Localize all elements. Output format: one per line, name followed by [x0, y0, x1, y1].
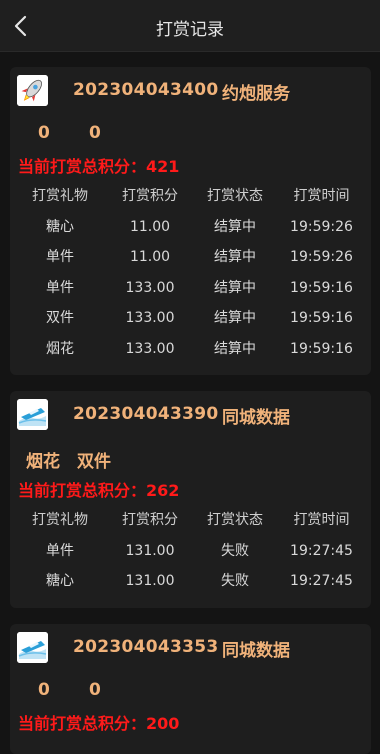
time-cell: 19:59:16: [290, 340, 353, 357]
table-row: 烟花 133.00 结算中 19:59:16: [10, 334, 371, 365]
gift-cell: 糖心: [46, 218, 74, 235]
total-points-label: 当前打赏总积分：421: [18, 157, 180, 176]
table-row: 单件 131.00 失败 19:27:45: [10, 536, 371, 567]
speedboat-game-icon: [17, 399, 48, 430]
status-cell: 结算中: [214, 279, 256, 296]
reward-table: 打赏礼物 打赏积分 打赏状态 打赏时间 单件 131.00 失败 19:27:4…: [10, 505, 371, 597]
points-cell: 133.00: [125, 279, 175, 296]
period-number: 202304043390: [73, 404, 219, 424]
bet-value: 0: [89, 680, 101, 700]
speedboat-game-icon: [17, 632, 48, 663]
bet-selection: 0 0: [10, 117, 371, 153]
status-cell: 结算中: [214, 340, 256, 357]
reward-record-card: 202304043390 同城数据 烟花 双件 当前打赏总积分：262 打赏礼物…: [10, 391, 371, 608]
time-cell: 19:59:16: [290, 279, 353, 296]
gift-cell: 单件: [46, 279, 74, 296]
card-header: 202304043400 约炮服务: [10, 67, 371, 117]
points-cell: 133.00: [125, 310, 175, 326]
table-row: 单件 11.00 结算中 19:59:26: [10, 242, 371, 273]
reward-record-card: 202304043353 同城数据 0 0 当前打赏总积分：200: [10, 624, 371, 754]
bet-value: 烟花: [26, 452, 60, 472]
service-name: 约炮服务: [222, 84, 290, 104]
points-cell: 131.00: [125, 542, 175, 559]
points-cell: 131.00: [125, 573, 175, 589]
table-row: 双件 133.00 结算中 19:59:16: [10, 303, 371, 334]
bet-value: 0: [89, 123, 101, 143]
table-row: 糖心 131.00 失败 19:27:45: [10, 566, 371, 597]
card-header: 202304043390 同城数据: [10, 391, 371, 441]
total-points-label: 当前打赏总积分：262: [18, 481, 180, 500]
time-cell: 19:59:16: [290, 310, 353, 326]
status-cell: 失败: [221, 542, 249, 559]
column-header: 打赏状态: [207, 512, 263, 528]
time-cell: 19:27:45: [290, 573, 353, 589]
time-cell: 19:27:45: [290, 542, 353, 559]
column-header: 打赏时间: [293, 188, 350, 204]
column-header: 打赏时间: [293, 512, 350, 528]
column-header: 打赏礼物: [32, 188, 88, 204]
status-cell: 结算中: [214, 310, 256, 326]
gift-cell: 单件: [46, 542, 74, 559]
bet-selection: 烟花 双件: [10, 441, 371, 477]
time-cell: 19:59:26: [290, 249, 353, 265]
gift-cell: 烟花: [46, 340, 74, 357]
table-header-row: 打赏礼物 打赏积分 打赏状态 打赏时间: [10, 505, 371, 536]
column-header: 打赏状态: [207, 188, 263, 204]
table-header-row: 打赏礼物 打赏积分 打赏状态 打赏时间: [10, 181, 371, 212]
column-header: 打赏积分: [122, 188, 178, 204]
column-header: 打赏礼物: [32, 512, 88, 528]
table-row: 单件 133.00 结算中 19:59:16: [10, 273, 371, 304]
bet-value: 0: [38, 123, 50, 143]
gift-cell: 双件: [46, 310, 74, 326]
service-name: 同城数据: [222, 641, 290, 661]
gift-cell: 糖心: [46, 573, 74, 589]
points-cell: 133.00: [125, 340, 175, 357]
gift-cell: 单件: [46, 249, 74, 265]
bet-selection: 0 0: [10, 674, 371, 710]
rocket-game-icon: [17, 75, 48, 106]
points-cell: 11.00: [129, 249, 171, 265]
column-header: 打赏积分: [122, 512, 178, 528]
bet-value: 双件: [77, 452, 111, 472]
page-title: 打赏记录: [156, 20, 224, 40]
bet-value: 0: [38, 680, 50, 700]
points-cell: 11.00: [129, 218, 171, 235]
card-header: 202304043353 同城数据: [10, 624, 371, 674]
reward-table: 打赏礼物 打赏积分 打赏状态 打赏时间 糖心 11.00 结算中 19:59:2…: [10, 181, 371, 364]
top-bar: 打赏记录: [0, 0, 380, 52]
status-cell: 失败: [221, 573, 249, 589]
service-name: 同城数据: [222, 408, 290, 428]
time-cell: 19:59:26: [290, 218, 353, 235]
table-row: 糖心 11.00 结算中 19:59:26: [10, 212, 371, 243]
period-number: 202304043353: [73, 637, 219, 657]
status-cell: 结算中: [214, 249, 256, 265]
reward-record-card: 202304043400 约炮服务 0 0 当前打赏总积分：421 打赏礼物 打…: [10, 67, 371, 375]
status-cell: 结算中: [214, 218, 256, 235]
total-points-label: 当前打赏总积分：200: [18, 714, 180, 733]
period-number: 202304043400: [73, 80, 219, 100]
